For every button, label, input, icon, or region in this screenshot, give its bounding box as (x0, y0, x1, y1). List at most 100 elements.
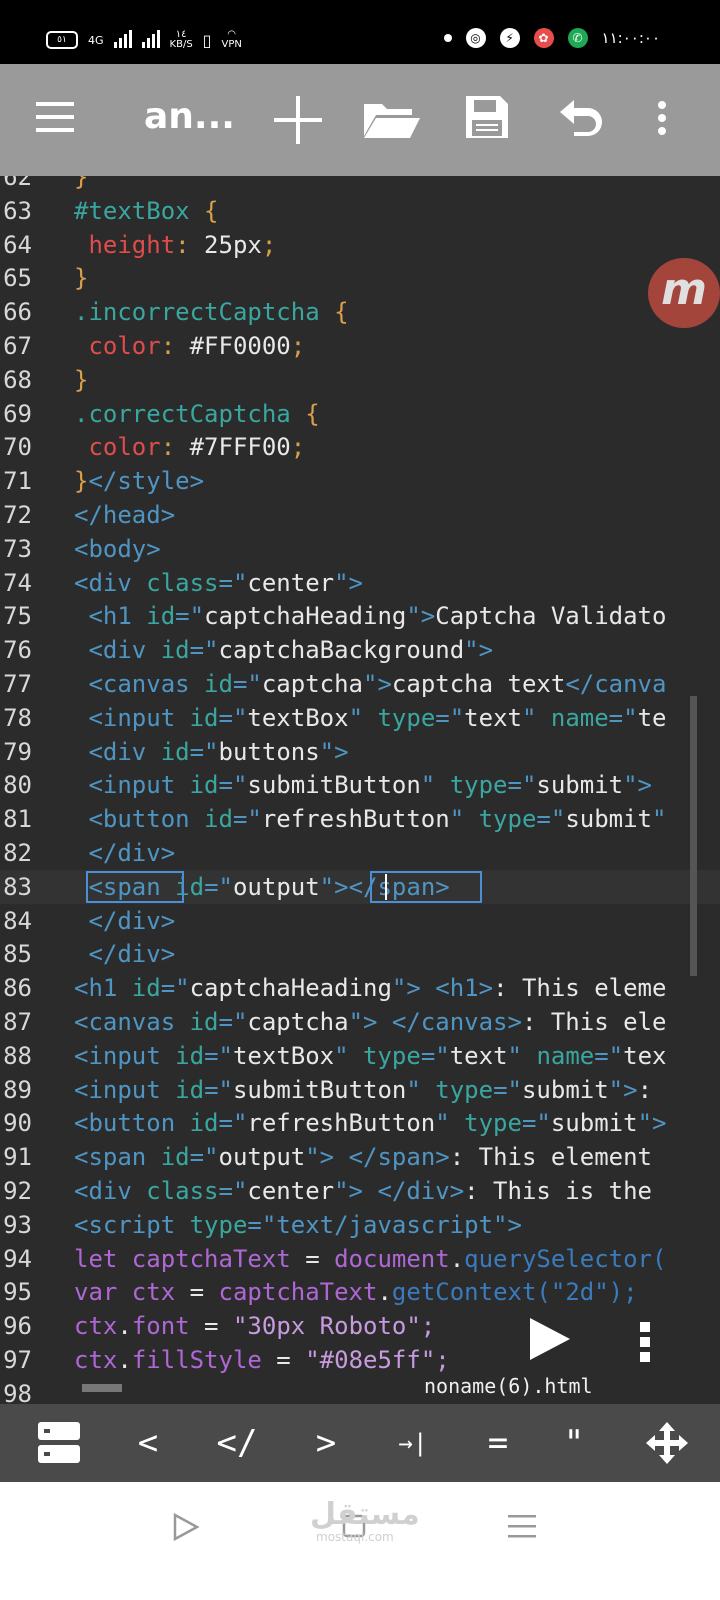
code-text: <canvas id="captcha">captcha text</canva (74, 670, 667, 698)
menu-icon[interactable] (36, 102, 74, 134)
code-line[interactable]: 68} (0, 363, 720, 397)
code-line[interactable]: 74 <div class="center"> (0, 566, 720, 600)
code-line[interactable]: 79 <div id="buttons"> (0, 735, 720, 769)
messenger-icon: ⚡ (499, 28, 520, 48)
save-icon[interactable] (464, 94, 510, 140)
signal-icon-2 (141, 30, 160, 48)
recents-icon[interactable] (508, 1514, 536, 1538)
line-number: 84 (3, 906, 32, 935)
code-line[interactable]: 97 ctx.fillStyle = "#08e5ff"; (0, 1343, 720, 1377)
code-line[interactable]: 69 .correctCaptcha { (0, 397, 720, 431)
code-line[interactable]: 89 <input id="submitButton" type="submit"… (0, 1073, 720, 1107)
line-number: 76 (3, 636, 32, 665)
code-line[interactable]: 72 </head> (0, 498, 720, 532)
code-line[interactable]: 84 </div> (0, 904, 720, 938)
line-number: 83 (3, 872, 32, 901)
line-number: 82 (3, 839, 32, 867)
code-text: .incorrectCaptcha { (74, 298, 349, 327)
line-number: 72 (3, 501, 32, 529)
code-line[interactable]: 78 <input id="textBox" type="text" name=… (0, 701, 720, 735)
code-line[interactable]: 92 <div class="center"> </div>: This is t… (0, 1174, 720, 1208)
code-line[interactable]: 81 <button id="refreshButton" type="subm… (0, 802, 720, 836)
code-line[interactable]: 91 <span id="output"> </span>: This eleme… (0, 1140, 720, 1174)
line-number: 69 (3, 399, 32, 428)
back-icon[interactable] (172, 1512, 200, 1542)
key-equals[interactable]: = (478, 1404, 518, 1482)
key-quote[interactable]: " (556, 1404, 592, 1482)
line-number: 70 (3, 433, 32, 462)
code-text: <h1 id="captchaHeading"> <h1>: This elem… (74, 974, 667, 1003)
code-line[interactable]: 70 color: #7FFF00; (0, 430, 720, 464)
line-number: 92 (3, 1177, 32, 1205)
code-line[interactable]: 73 <body> (0, 532, 720, 566)
line-number: 62 (3, 176, 32, 191)
line-number: 64 (3, 230, 32, 259)
code-line[interactable]: 71}</style> (0, 464, 720, 498)
code-line[interactable]: 83 <span id="output"></span> (0, 869, 720, 904)
code-text: <h1 id="captchaHeading">Captcha Validato (74, 602, 667, 631)
line-number: 67 (3, 332, 32, 360)
key-gt[interactable]: > (306, 1404, 346, 1482)
code-line[interactable]: 75 <h1 id="captchaHeading">Captcha Valid… (0, 599, 720, 633)
run-icon[interactable] (528, 1316, 572, 1362)
code-line[interactable]: 82 </div> (0, 836, 720, 870)
line-number: 77 (3, 670, 32, 698)
code-line[interactable]: 80 <input id="submitButton" type="submit… (0, 768, 720, 802)
code-line[interactable]: 87 <canvas id="captcha"> </canvas>: This … (0, 1005, 720, 1039)
code-line[interactable]: 77 <canvas id="captcha">captcha text</ca… (0, 667, 720, 701)
watermark-site: mostaql.com (316, 1530, 394, 1544)
vibrate-icon: ▯ (202, 30, 212, 50)
code-text: <input id="textBox" type="text" name="te… (74, 1041, 667, 1070)
code-editor[interactable]: 62} 63 #textBox {64 height: 25px; 65} 66 .inc… (0, 176, 720, 1430)
line-number: 97 (3, 1346, 32, 1374)
line-number: 71 (3, 467, 32, 496)
code-line[interactable]: 88 <input id="textBox" type="text" name="… (0, 1039, 720, 1073)
code-line[interactable]: 85 </div> (0, 937, 720, 971)
code-line[interactable]: 86 <h1 id="captchaHeading"> <h1>: This el… (0, 971, 720, 1005)
line-number: 81 (3, 805, 32, 834)
line-number: 78 (3, 703, 32, 732)
code-line[interactable]: 65} (0, 261, 720, 295)
whatsapp-icon: ✆ (567, 28, 588, 48)
line-number: 90 (3, 1109, 32, 1138)
line-number: 74 (3, 568, 32, 597)
horizontal-scrollbar[interactable] (82, 1384, 122, 1392)
network-type: 4G (88, 33, 104, 47)
server-icon[interactable] (38, 1422, 80, 1464)
code-line[interactable]: 76 <div id="captchaBackground"> (0, 633, 720, 667)
code-text: <div class="center"> (74, 568, 364, 597)
vertical-scrollbar[interactable] (690, 696, 697, 976)
code-text: <canvas id="captcha"> </canvas>: This el… (74, 1008, 667, 1036)
document-title: an... (144, 96, 235, 137)
code-line[interactable]: 94 let captchaText = document.querySelect… (0, 1242, 720, 1276)
code-line[interactable]: 95 var ctx = captchaText.getContext("2d")… (0, 1275, 720, 1309)
battery-icon: ٥١ (46, 31, 78, 49)
folder-open-icon[interactable] (362, 98, 420, 140)
code-line[interactable]: 96 ctx.font = "30px Roboto"; (0, 1309, 720, 1343)
code-line[interactable]: 62} (0, 176, 720, 194)
code-line[interactable]: 63 #textBox { (0, 194, 720, 228)
clock: ١١:٠٠:٠٠ (601, 29, 660, 47)
app-icon: ✿ (533, 28, 554, 48)
more-vertical-icon[interactable] (656, 100, 668, 136)
line-number: 80 (3, 771, 32, 800)
code-line[interactable]: 67 color: #FF0000; (0, 329, 720, 363)
line-number: 66 (3, 298, 32, 327)
code-line[interactable]: 90 <button id="refreshButton" type="submi… (0, 1106, 720, 1140)
line-number: 63 (3, 196, 32, 225)
key-close-tag[interactable]: </ (208, 1404, 266, 1482)
code-line[interactable]: 93 <script type="text/javascript"> (0, 1208, 720, 1242)
code-text: <span id="output"> </span>: This element (74, 1143, 653, 1172)
line-number: 68 (3, 365, 32, 394)
floating-logo-icon[interactable]: m (648, 258, 720, 328)
key-lt[interactable]: < (128, 1404, 168, 1482)
move-icon[interactable] (646, 1422, 688, 1464)
add-icon[interactable] (274, 96, 322, 144)
line-number: 86 (3, 974, 32, 1003)
key-tab[interactable]: →| (390, 1404, 436, 1482)
undo-icon[interactable] (558, 98, 604, 138)
code-line[interactable]: 66 .incorrectCaptcha { (0, 295, 720, 329)
code-text: } (74, 264, 89, 293)
code-line[interactable]: 64 height: 25px; (0, 228, 720, 262)
editor-more-icon[interactable] (638, 1322, 652, 1362)
